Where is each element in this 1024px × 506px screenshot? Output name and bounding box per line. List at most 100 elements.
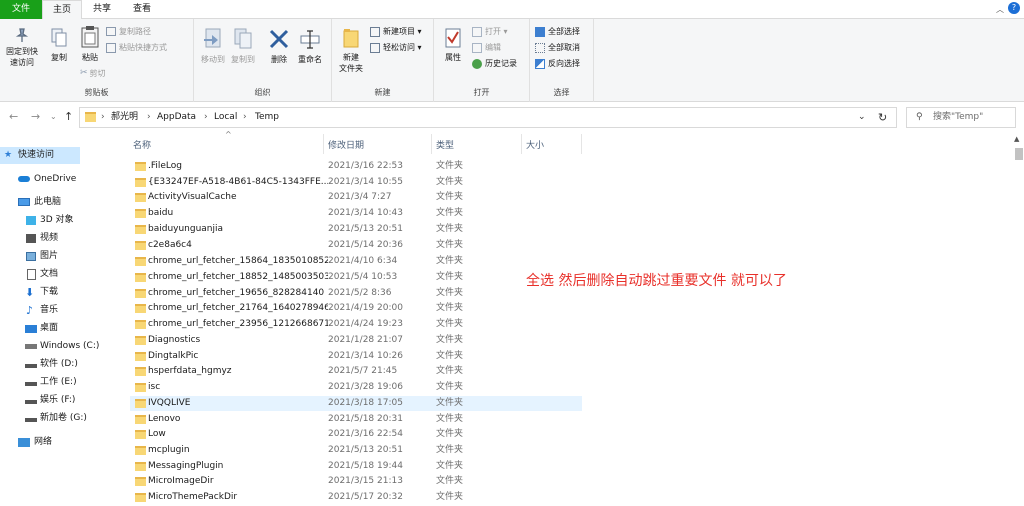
- column-divider[interactable]: [581, 134, 582, 154]
- table-row[interactable]: ActivityVisualCache 2021/3/4 7:27 文件夹: [130, 190, 582, 205]
- select-none-button[interactable]: 全部取消: [535, 41, 580, 54]
- edit-button[interactable]: 编辑: [472, 41, 501, 54]
- table-row[interactable]: chrome_url_fetcher_18852_1485003503 2021/…: [130, 270, 582, 285]
- file-name: IVQQLIVE: [148, 398, 191, 408]
- search-input[interactable]: ⚲ 搜索"Temp": [906, 107, 1016, 128]
- table-row[interactable]: baiduyunguanjia 2021/5/13 20:51 文件夹: [130, 222, 582, 237]
- up-arrow-icon[interactable]: ↑: [64, 110, 73, 123]
- vertical-scrollbar[interactable]: ▲: [1012, 134, 1024, 506]
- recent-dropdown-icon[interactable]: ⌄: [50, 112, 57, 121]
- table-row[interactable]: Lenovo 2021/5/18 20:31 文件夹: [130, 412, 582, 427]
- table-row[interactable]: DingtalkPic 2021/3/14 10:26 文件夹: [130, 349, 582, 364]
- table-row[interactable]: chrome_url_fetcher_23956_1212668671 2021/…: [130, 317, 582, 332]
- breadcrumb-appdata[interactable]: AppData: [157, 108, 196, 127]
- file-date: 2021/1/28 21:07: [328, 335, 403, 345]
- table-row[interactable]: .FileLog 2021/3/16 22:53 文件夹: [130, 159, 582, 174]
- nav-quick-access[interactable]: ★ 快速访问: [0, 147, 80, 164]
- breadcrumb-temp[interactable]: Temp: [255, 108, 279, 127]
- invert-selection-button[interactable]: 反向选择: [535, 57, 580, 70]
- file-date: 2021/5/7 21:45: [328, 366, 398, 376]
- delete-button[interactable]: 删除: [266, 27, 292, 65]
- column-name[interactable]: 名称: [133, 138, 151, 151]
- forward-arrow-icon[interactable]: →: [31, 110, 40, 123]
- pin-quick-access-button[interactable]: 固定到快 速访问: [4, 27, 40, 68]
- nav-music[interactable]: ♪ 音乐: [0, 302, 58, 319]
- nav-drive-f[interactable]: 娱乐 (F:): [0, 392, 75, 409]
- column-date[interactable]: 修改日期: [328, 138, 364, 151]
- table-row[interactable]: baidu 2021/3/14 10:43 文件夹: [130, 206, 582, 221]
- nav-drive-e[interactable]: 工作 (E:): [0, 374, 77, 391]
- column-divider[interactable]: [431, 134, 432, 154]
- table-row[interactable]: MessagingPlugin 2021/5/18 19:44 文件夹: [130, 459, 582, 474]
- scroll-up-icon[interactable]: ▲: [1014, 135, 1019, 143]
- table-row-hovered[interactable]: IVQQLIVE 2021/3/18 17:05 文件夹: [130, 396, 582, 411]
- column-divider[interactable]: [323, 134, 324, 154]
- history-button[interactable]: 历史记录: [472, 57, 517, 70]
- table-row[interactable]: MicroThemePackDir 2021/5/17 20:32 文件夹: [130, 490, 582, 505]
- breadcrumb-local[interactable]: Local: [214, 108, 237, 127]
- collapse-ribbon-icon[interactable]: ︿: [996, 4, 1004, 15]
- column-divider[interactable]: [521, 134, 522, 154]
- column-size[interactable]: 大小: [526, 138, 544, 151]
- folder-icon: [135, 241, 146, 250]
- new-folder-button[interactable]: 新建 文件夹: [335, 27, 367, 74]
- tab-home[interactable]: 主页: [42, 0, 82, 20]
- nav-documents[interactable]: 文档: [0, 266, 58, 283]
- nav-drive-d[interactable]: 软件 (D:): [0, 356, 78, 373]
- tab-share[interactable]: 共享: [84, 0, 120, 19]
- nav-drive-c[interactable]: Windows (C:): [0, 338, 99, 355]
- nav-downloads[interactable]: ⬇ 下载: [0, 284, 58, 301]
- scissors-icon: ✂: [80, 68, 88, 78]
- paste-shortcut-button[interactable]: 粘贴快捷方式: [106, 41, 167, 54]
- cut-button[interactable]: ✂ 剪切: [80, 67, 106, 80]
- nav-videos[interactable]: 视频: [0, 230, 58, 247]
- select-all-button[interactable]: 全部选择: [535, 25, 580, 38]
- nav-this-pc[interactable]: 此电脑: [0, 194, 61, 211]
- rename-button[interactable]: 重命名: [294, 27, 326, 65]
- nav-pictures[interactable]: 图片: [0, 248, 58, 265]
- tab-file[interactable]: 文件: [0, 0, 42, 19]
- breadcrumb-user[interactable]: 郝光明: [111, 108, 138, 127]
- copy-to-button[interactable]: 复制到: [228, 27, 258, 65]
- table-row[interactable]: chrome_url_fetcher_19656_828284140 2021/5…: [130, 286, 582, 301]
- table-row[interactable]: isc 2021/3/28 19:06 文件夹: [130, 380, 582, 395]
- address-dropdown-icon[interactable]: ⌄: [858, 108, 866, 127]
- table-row[interactable]: MicroImageDir 2021/3/15 21:13 文件夹: [130, 474, 582, 489]
- column-type[interactable]: 类型: [436, 138, 454, 151]
- nav-drive-g[interactable]: 新加卷 (G:): [0, 410, 87, 427]
- new-item-button[interactable]: 新建项目 ▾: [370, 25, 422, 38]
- table-row[interactable]: mcplugin 2021/5/13 20:51 文件夹: [130, 443, 582, 458]
- new-item-dropdown-icon: ▾: [415, 27, 422, 36]
- scrollbar-thumb[interactable]: [1015, 148, 1023, 160]
- help-icon[interactable]: ?: [1008, 2, 1020, 14]
- file-name: chrome_url_fetcher_15864_1835010852: [148, 256, 328, 266]
- nav-desktop[interactable]: 桌面: [0, 320, 58, 337]
- table-row[interactable]: chrome_url_fetcher_21764_1640278946 2021/…: [130, 301, 582, 316]
- table-row[interactable]: chrome_url_fetcher_15864_1835010852 2021/…: [130, 254, 582, 269]
- properties-button[interactable]: 属性: [438, 27, 468, 63]
- file-name: DingtalkPic: [148, 351, 199, 361]
- table-row[interactable]: Low 2021/3/16 22:54 文件夹: [130, 427, 582, 442]
- nav-network[interactable]: 网络: [0, 434, 52, 451]
- nav-onedrive[interactable]: OneDrive: [0, 171, 76, 188]
- file-type: 文件夹: [436, 366, 464, 376]
- refresh-icon[interactable]: ↻: [878, 108, 887, 127]
- paste-icon: [81, 26, 99, 48]
- table-row[interactable]: {E33247EF-A518-4B61-84C5-1343FFE... 2021/…: [130, 175, 582, 190]
- easy-access-button[interactable]: 轻松访问 ▾: [370, 41, 422, 54]
- back-arrow-icon[interactable]: ←: [9, 110, 18, 123]
- file-name: chrome_url_fetcher_18852_1485003503: [148, 272, 328, 282]
- table-row[interactable]: c2e8a6c4 2021/5/14 20:36 文件夹: [130, 238, 582, 253]
- delete-x-icon: [269, 29, 289, 49]
- tab-view[interactable]: 查看: [122, 0, 162, 19]
- table-row[interactable]: hsperfdata_hgmyz 2021/5/7 21:45 文件夹: [130, 364, 582, 379]
- address-box[interactable]: › 郝光明 › AppData › Local › Temp ⌄ ↻: [79, 107, 897, 128]
- copy-path-button[interactable]: 复制路径: [106, 25, 151, 38]
- copy-button[interactable]: 复制: [46, 27, 72, 63]
- move-to-button[interactable]: 移动到: [198, 27, 228, 65]
- paste-button[interactable]: 粘贴: [76, 25, 104, 63]
- nav-3d-objects[interactable]: 3D 对象: [0, 212, 74, 229]
- open-button[interactable]: 打开 ▾: [472, 25, 508, 38]
- table-row[interactable]: Diagnostics 2021/1/28 21:07 文件夹: [130, 333, 582, 348]
- organize-group-label: 组织: [254, 88, 271, 97]
